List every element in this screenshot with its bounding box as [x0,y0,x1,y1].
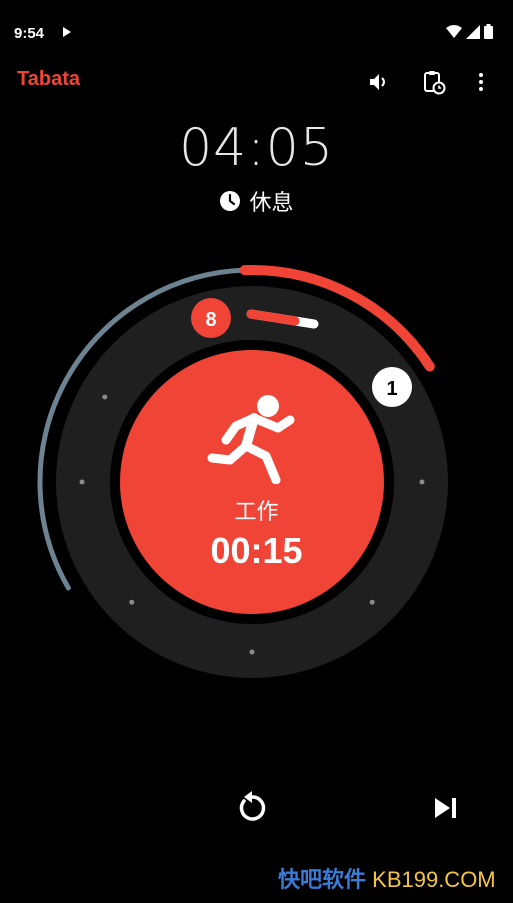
restart-button[interactable] [228,784,276,832]
skip-next-button[interactable] [422,784,470,832]
dial-tick-dot [102,394,108,400]
restart-icon [239,791,266,821]
skip-next-icon [435,798,456,818]
dial-tick-dot [369,599,375,605]
dial-tick-dot [249,649,255,655]
dial-tick-dot [419,479,425,485]
watermark-cn: 快吧软件 [278,867,367,892]
rounds-remaining-text: 8 [205,309,216,331]
watermark-en: KB199.COM [372,867,496,892]
dial-tick-dot [79,479,85,485]
current-interval-label: 工作 [234,500,279,525]
current-interval-time: 00:15 [210,530,303,571]
watermark: 快吧软件 KB199.COM [278,862,496,894]
current-set-text: 1 [386,378,397,400]
dial-tick-dot [129,599,135,605]
runner-icon [207,395,295,484]
